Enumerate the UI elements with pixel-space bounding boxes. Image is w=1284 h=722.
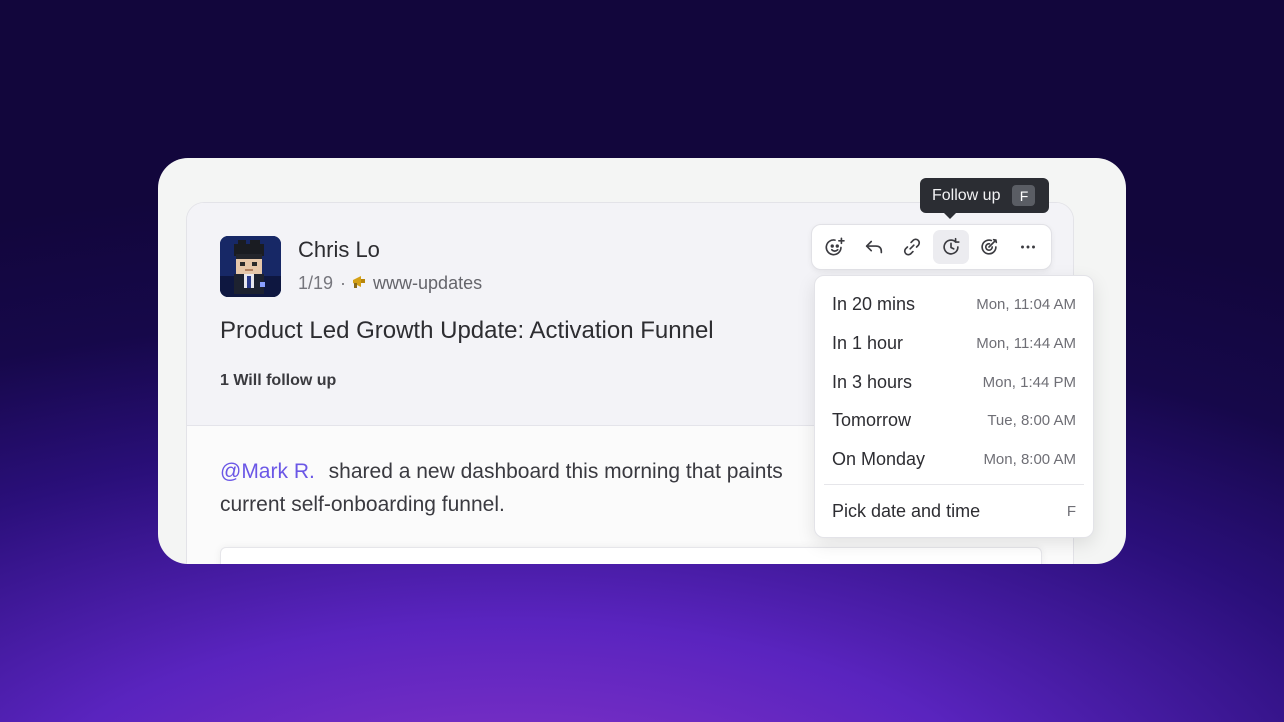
add-reaction-icon [825, 237, 846, 256]
message-date[interactable]: 1/19 [298, 273, 333, 294]
menu-item-label: Pick date and time [832, 500, 981, 521]
menu-item-label: In 20 mins [832, 293, 916, 314]
meta-separator: · [340, 273, 347, 293]
menu-item-time: Mon, 11:04 AM [976, 295, 1076, 313]
menu-item-label: On Monday [832, 448, 926, 469]
follow-up-clock-icon [943, 237, 960, 255]
more-actions-button[interactable] [1010, 230, 1046, 264]
menu-item-in-1-hour[interactable]: In 1 hour Mon, 11:44 AM [815, 325, 1093, 361]
tooltip-shortcut: F [1012, 185, 1036, 206]
menu-item-time: Mon, 1:44 PM [982, 373, 1076, 391]
add-reaction-button[interactable] [818, 230, 854, 264]
menu-item-in-20-mins[interactable]: In 20 mins Mon, 11:04 AM [815, 286, 1093, 322]
copy-link-button[interactable] [895, 230, 931, 264]
more-icon [1020, 245, 1035, 249]
menu-item-label: In 1 hour [832, 332, 904, 353]
follow-up-tooltip: Follow up F [920, 178, 1049, 219]
menu-divider [824, 484, 1084, 485]
followers-count[interactable]: 1 Will follow up [220, 372, 336, 390]
follow-up-button[interactable] [933, 230, 969, 264]
follow-up-menu: In 20 mins Mon, 11:04 AM In 1 hour Mon, … [814, 275, 1094, 538]
menu-item-time: Mon, 11:44 AM [976, 334, 1076, 352]
menu-item-in-3-hours[interactable]: In 3 hours Mon, 1:44 PM [815, 364, 1093, 400]
menu-item-label: Tomorrow [832, 409, 912, 430]
reply-icon [865, 240, 882, 254]
body-text-line2: current self-onboarding funnel. [220, 493, 505, 516]
menu-item-shortcut: F [1066, 502, 1076, 520]
reply-button[interactable] [856, 230, 892, 264]
author-name[interactable]: Chris Lo [298, 237, 380, 263]
channel-link[interactable]: www-updates [373, 273, 482, 294]
avatar[interactable] [220, 236, 281, 297]
tooltip-label: Follow up [932, 186, 1001, 204]
menu-item-pick-date-and-time[interactable]: Pick date and time F [815, 493, 1093, 529]
goal-button[interactable] [972, 230, 1008, 264]
link-icon [904, 238, 921, 256]
menu-item-label: In 3 hours [832, 371, 913, 392]
menu-item-time: Tue, 8:00 AM [987, 411, 1076, 429]
message-subject: Product Led Growth Update: Activation Fu… [220, 317, 714, 344]
message-meta: 1/19 · www-updates [298, 273, 482, 294]
menu-item-tomorrow[interactable]: Tomorrow Tue, 8:00 AM [815, 402, 1093, 438]
megaphone-icon [352, 275, 367, 292]
embedded-preview[interactable] [220, 547, 1042, 564]
mention-link[interactable]: @Mark R. [220, 460, 315, 483]
menu-item-time: Mon, 8:00 AM [983, 450, 1076, 468]
menu-item-on-monday[interactable]: On Monday Mon, 8:00 AM [815, 441, 1093, 477]
message-action-toolbar [811, 224, 1052, 270]
target-icon [981, 238, 998, 255]
avatar-image [220, 236, 281, 297]
body-text-line1: shared a new dashboard this morning that… [328, 460, 783, 483]
